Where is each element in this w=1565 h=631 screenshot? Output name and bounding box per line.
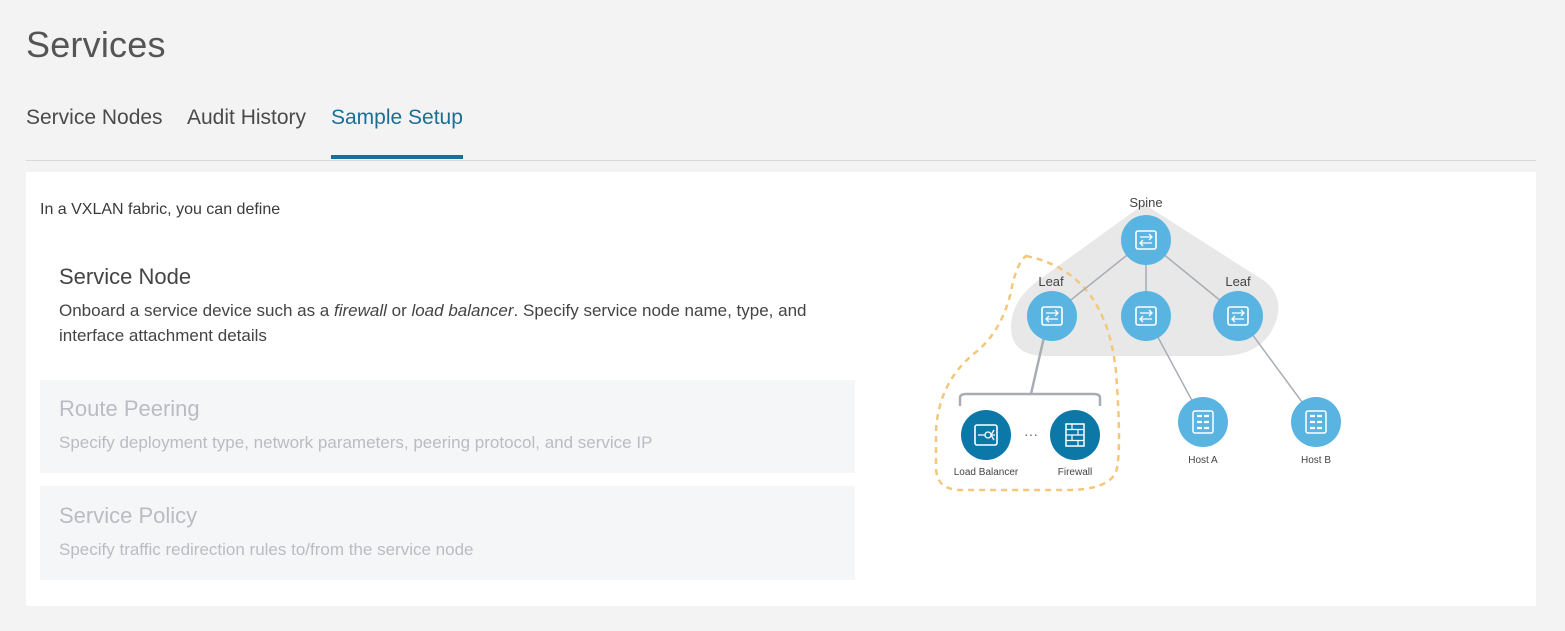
host-a-label: Host A	[1188, 455, 1218, 466]
tab-service-nodes[interactable]: Service Nodes	[26, 106, 163, 155]
host-icon	[1178, 397, 1228, 447]
sample-setup-panel: In a VXLAN fabric, you can define Servic…	[26, 172, 1536, 606]
ellipsis: ···	[1024, 426, 1038, 442]
leaf-left-label: Leaf	[1038, 274, 1064, 289]
firewall-icon	[1050, 410, 1100, 460]
topology-diagram: Spine Leaf Leaf Load Balancer ··· Firewa…	[934, 195, 1341, 492]
firewall-label: Firewall	[1058, 467, 1092, 478]
host-b-label: Host B	[1301, 455, 1331, 466]
leaf-switch-icon	[1121, 291, 1171, 341]
host-icon	[1291, 397, 1341, 447]
load-balancer-label: Load Balancer	[954, 467, 1019, 478]
load-balancer-icon	[961, 410, 1011, 460]
tab-audit-history[interactable]: Audit History	[187, 106, 306, 155]
leaf-switch-icon	[1213, 291, 1263, 341]
tab-bar: Service Nodes Audit History Sample Setup	[26, 100, 1536, 161]
leaf-right-label: Leaf	[1225, 274, 1251, 289]
tab-sample-setup[interactable]: Sample Setup	[331, 106, 463, 159]
leaf-switch-icon	[1027, 291, 1077, 341]
spine-switch-icon	[1121, 215, 1171, 265]
spine-label: Spine	[1129, 195, 1162, 210]
page-title: Services	[26, 24, 166, 65]
